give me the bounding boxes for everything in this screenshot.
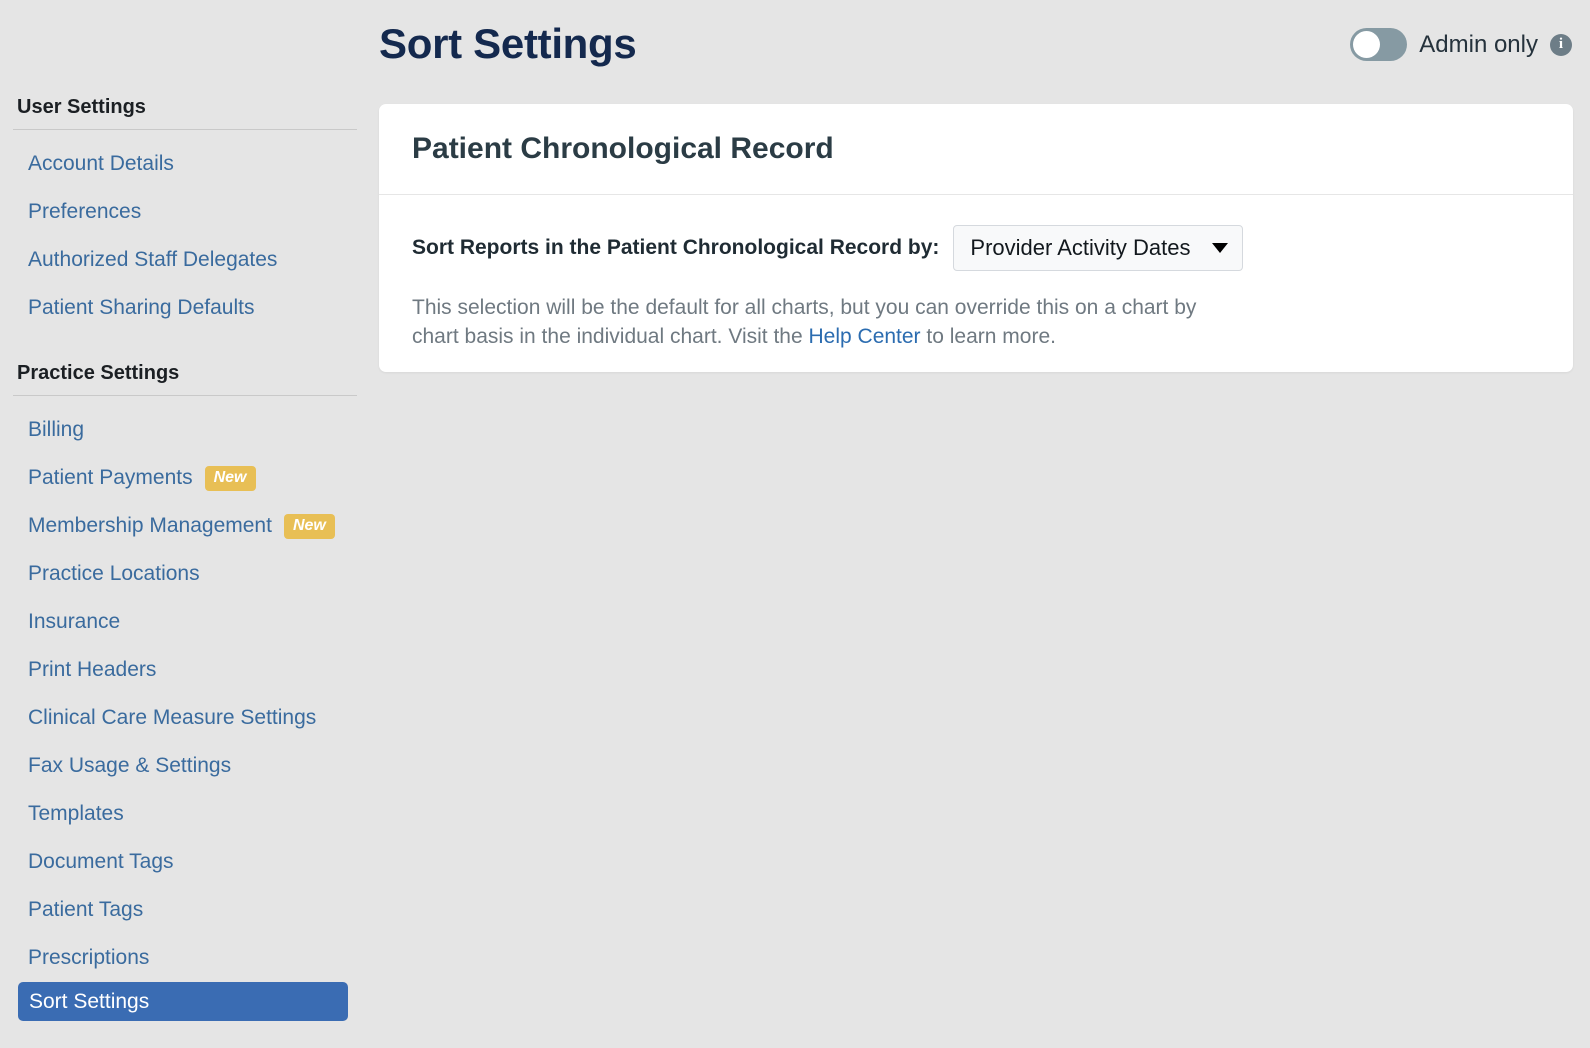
sidebar-item-label: Preferences — [28, 200, 142, 223]
sidebar-item-patient-sharing-defaults[interactable]: Patient Sharing Defaults — [0, 284, 378, 332]
sidebar-item-sort-settings[interactable]: Sort Settings — [18, 982, 348, 1021]
sidebar-item-membership-management[interactable]: Membership Management New — [0, 502, 378, 550]
toggle-knob — [1353, 31, 1381, 58]
sidebar-item-label: Patient Sharing Defaults — [28, 296, 255, 319]
sidebar-item-document-tags[interactable]: Document Tags — [0, 838, 378, 886]
sidebar-item-label: Sort Settings — [29, 989, 150, 1013]
sort-helper-text: This selection will be the default for a… — [412, 293, 1242, 351]
sidebar-item-fax-usage-and-settings[interactable]: Fax Usage & Settings — [0, 742, 378, 790]
sidebar-item-preferences[interactable]: Preferences — [0, 188, 378, 236]
sidebar-item-label: Patient Payments — [28, 466, 193, 489]
sidebar-item-label: Billing — [28, 418, 85, 441]
sidebar-item-label: Templates — [28, 802, 124, 825]
admin-only-toggle[interactable] — [1350, 28, 1408, 61]
sidebar-item-label: Insurance — [28, 610, 121, 633]
sort-by-label: Sort Reports in the Patient Chronologica… — [412, 236, 940, 259]
sidebar-item-prescriptions[interactable]: Prescriptions — [0, 934, 378, 982]
sidebar-section-title: Practice Settings — [17, 362, 180, 384]
sidebar-item-label: Membership Management — [28, 514, 272, 537]
sidebar-item-label: Fax Usage & Settings — [28, 754, 232, 777]
sidebar-item-label: Print Headers — [28, 658, 157, 681]
sidebar-item-label: Account Details — [28, 152, 174, 175]
sidebar-item-billing[interactable]: Billing — [0, 406, 378, 454]
settings-sidebar: User Settings Account Details Preference… — [0, 0, 378, 1048]
admin-only-control-group: Admin only i — [1350, 28, 1572, 61]
sidebar-item-patient-tags[interactable]: Patient Tags — [0, 886, 378, 934]
admin-only-label: Admin only — [1419, 30, 1538, 58]
sidebar-item-patient-payments[interactable]: Patient Payments New — [0, 454, 378, 502]
sort-by-selected-value: Provider Activity Dates — [970, 235, 1191, 260]
sidebar-item-practice-locations[interactable]: Practice Locations — [0, 550, 378, 598]
helper-text-after: to learn more. — [920, 325, 1056, 348]
sidebar-item-label: Document Tags — [28, 850, 174, 873]
sidebar-nav-list-practice-settings: Billing Patient Payments New Membership … — [0, 406, 378, 1021]
sidebar-item-account-details[interactable]: Account Details — [0, 140, 378, 188]
sidebar-item-clinical-care-measure-settings[interactable]: Clinical Care Measure Settings — [0, 694, 378, 742]
sidebar-section-title: User Settings — [17, 96, 146, 118]
new-badge: New — [283, 513, 335, 539]
sidebar-item-authorized-staff-delegates[interactable]: Authorized Staff Delegates — [0, 236, 378, 284]
sidebar-item-label: Clinical Care Measure Settings — [28, 706, 317, 729]
new-badge: New — [204, 465, 256, 491]
helper-text-before: This selection will be the default for a… — [412, 296, 1197, 348]
card-title: Patient Chronological Record — [412, 132, 834, 165]
chevron-down-icon — [1212, 243, 1229, 253]
sidebar-item-label: Prescriptions — [28, 946, 150, 969]
help-center-link[interactable]: Help Center — [809, 325, 921, 348]
sidebar-item-insurance[interactable]: Insurance — [0, 598, 378, 646]
card-body: Sort Reports in the Patient Chronologica… — [379, 195, 1573, 351]
sort-by-select[interactable]: Provider Activity Dates — [953, 225, 1244, 271]
sidebar-section-user-settings: User Settings Account Details Preference… — [0, 96, 378, 332]
sidebar-item-label: Practice Locations — [28, 562, 200, 585]
sort-setting-row: Sort Reports in the Patient Chronologica… — [412, 225, 1540, 271]
sidebar-item-templates[interactable]: Templates — [0, 790, 378, 838]
sidebar-item-label: Patient Tags — [28, 898, 144, 921]
card-header: Patient Chronological Record — [379, 104, 1573, 195]
sidebar-nav-list-user-settings: Account Details Preferences Authorized S… — [0, 140, 378, 332]
page-title: Sort Settings — [379, 20, 637, 67]
patient-chronological-record-card: Patient Chronological Record Sort Report… — [379, 104, 1573, 372]
info-icon[interactable]: i — [1550, 33, 1572, 56]
sidebar-section-practice-settings: Practice Settings Billing Patient Paymen… — [0, 362, 378, 1021]
sidebar-item-label: Authorized Staff Delegates — [28, 248, 278, 271]
sidebar-item-print-headers[interactable]: Print Headers — [0, 646, 378, 694]
